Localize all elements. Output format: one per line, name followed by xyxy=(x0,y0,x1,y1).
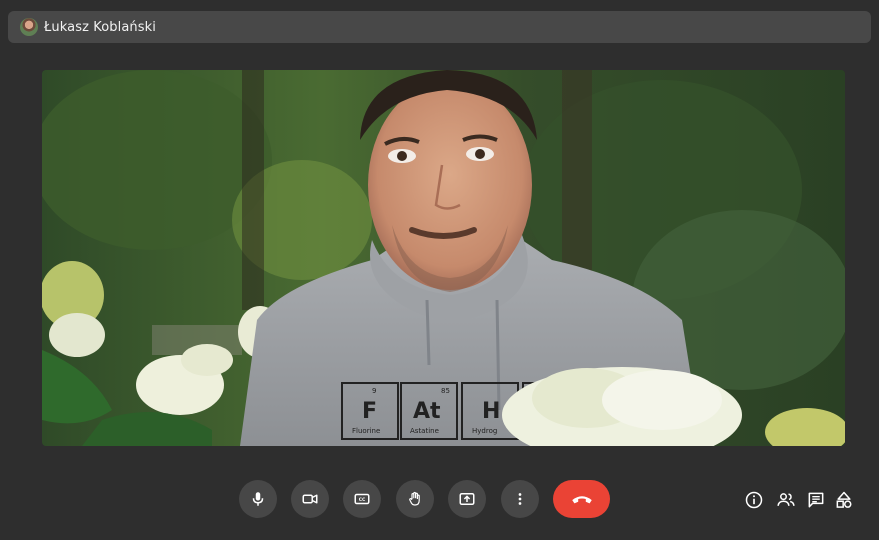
camera-icon xyxy=(302,494,318,504)
mic-icon xyxy=(252,492,264,506)
people-icon xyxy=(777,493,795,506)
captions-button[interactable]: CC xyxy=(343,480,381,518)
tile-symbol: H xyxy=(482,399,500,424)
activities-icon xyxy=(836,491,852,508)
meeting-info-button[interactable] xyxy=(743,489,765,511)
tile-label: Astatine xyxy=(410,427,439,435)
participant-name: Łukasz Koblański xyxy=(44,19,156,35)
activities-button[interactable] xyxy=(833,489,855,511)
raise-hand-button[interactable] xyxy=(396,480,434,518)
more-vert-icon xyxy=(518,493,522,505)
end-call-button[interactable] xyxy=(553,480,610,518)
captions-icon: CC xyxy=(354,493,370,505)
chat-button[interactable] xyxy=(805,489,827,511)
captions-label: CC xyxy=(359,497,366,503)
tile-label: Fluorine xyxy=(352,427,380,435)
participant-bar: Łukasz Koblański xyxy=(8,11,871,43)
tile-symbol: F xyxy=(362,399,377,424)
more-options-button[interactable] xyxy=(501,480,539,518)
video-feed[interactable]: 9 F Fluorine 85 At Astatine H Hydrog xyxy=(42,70,845,446)
info-icon xyxy=(745,491,763,509)
tile-number: 85 xyxy=(441,387,450,395)
present-icon xyxy=(459,493,475,505)
mic-button[interactable] xyxy=(239,480,277,518)
camera-button[interactable] xyxy=(291,480,329,518)
tile-symbol: At xyxy=(413,399,441,424)
raise-hand-icon xyxy=(409,491,420,506)
people-button[interactable] xyxy=(775,489,797,511)
present-button[interactable] xyxy=(448,480,486,518)
video-frame: 9 F Fluorine 85 At Astatine H Hydrog xyxy=(42,70,845,446)
chat-icon xyxy=(808,492,824,508)
tile-number: 9 xyxy=(372,387,376,395)
call-end-icon xyxy=(571,496,592,504)
participant-avatar xyxy=(20,18,38,36)
tile-label: Hydrog xyxy=(472,427,497,435)
